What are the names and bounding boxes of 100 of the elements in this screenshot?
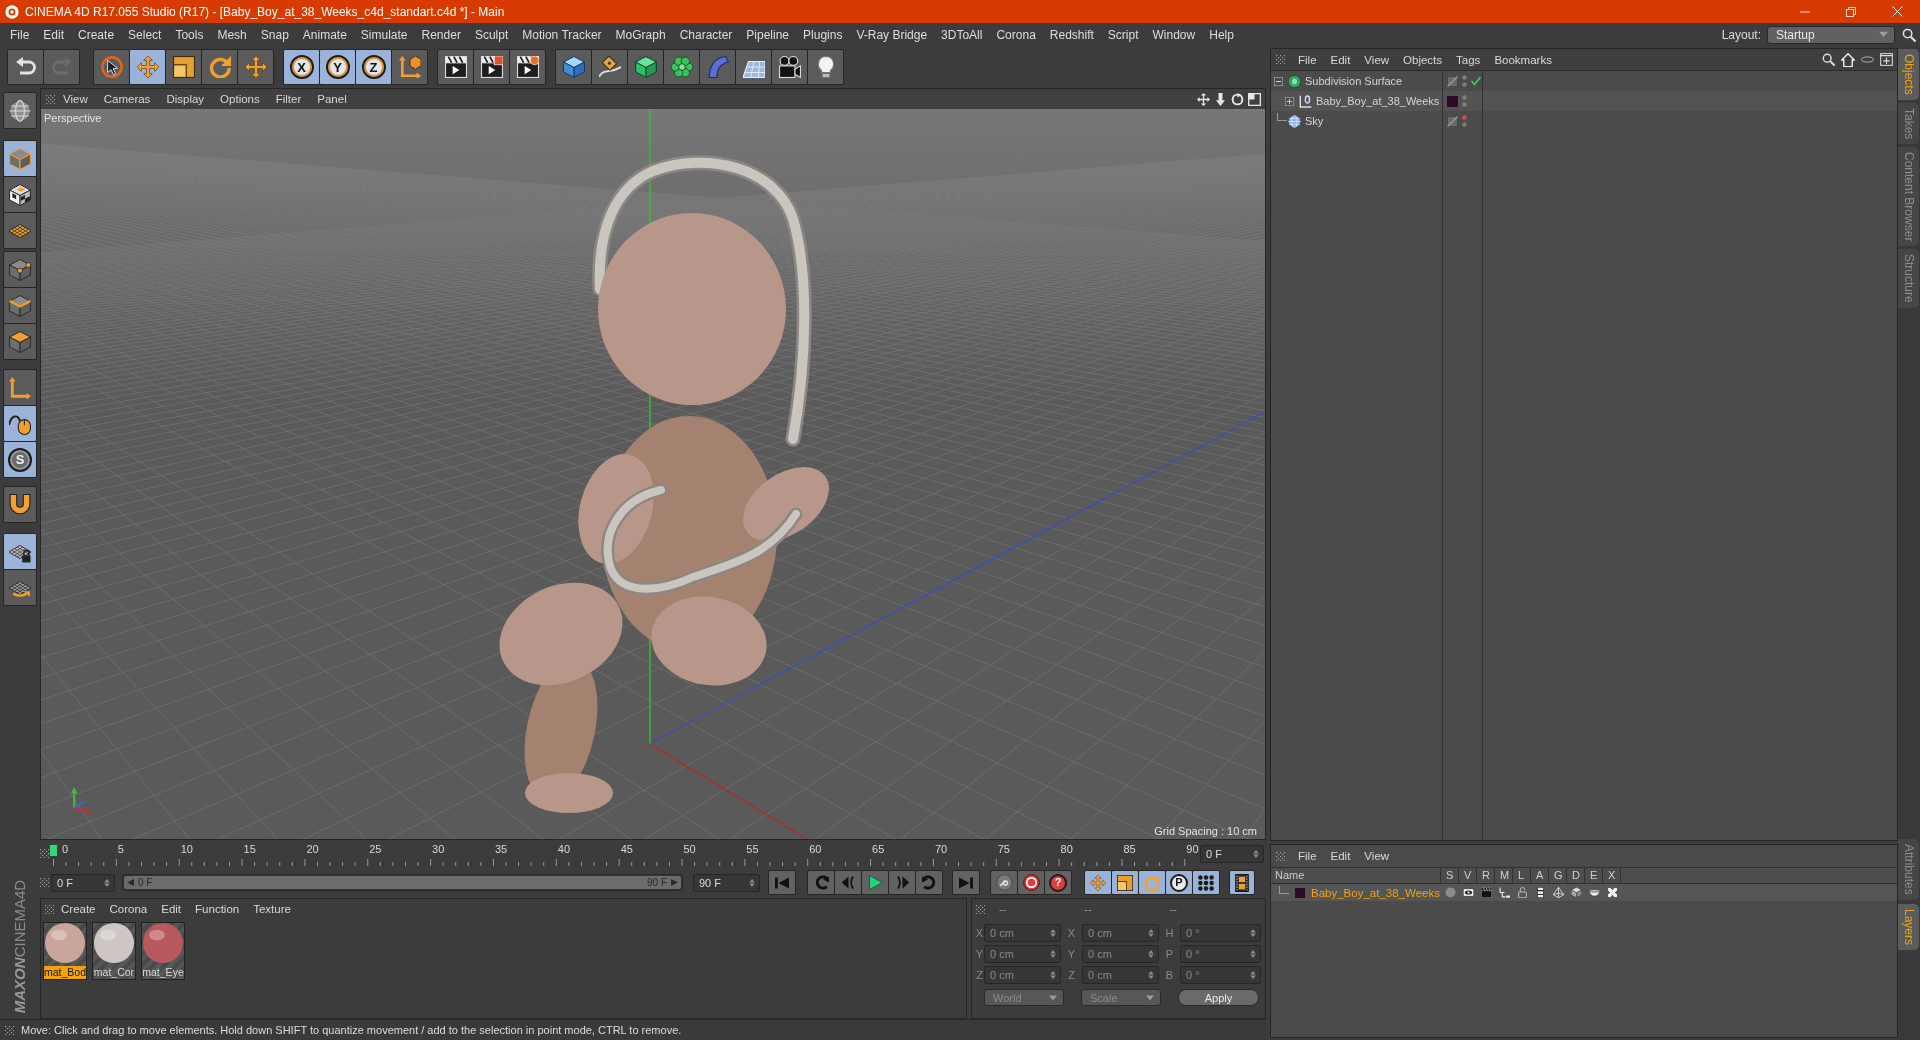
mode-button[interactable] bbox=[3, 176, 37, 213]
go-to-start-button[interactable] bbox=[768, 870, 796, 895]
stacked-dots-icon[interactable] bbox=[1462, 95, 1467, 107]
menu-item[interactable]: Simulate bbox=[353, 27, 415, 42]
snap-button[interactable]: S bbox=[3, 441, 37, 478]
menu-item[interactable]: Options bbox=[212, 93, 268, 105]
menu-item[interactable]: Edit bbox=[1323, 850, 1358, 862]
stacked-dots-icon[interactable] bbox=[1462, 115, 1467, 127]
menu-item[interactable]: Select bbox=[121, 27, 169, 42]
menu-item[interactable]: Display bbox=[158, 93, 213, 105]
menu-item[interactable]: Edit bbox=[36, 27, 72, 42]
workplane-button[interactable] bbox=[3, 569, 37, 606]
menu-item[interactable]: Pipeline bbox=[739, 27, 797, 42]
mode-button[interactable] bbox=[3, 140, 37, 177]
frame-field[interactable]: 0 F bbox=[1200, 844, 1264, 863]
mode-button[interactable] bbox=[3, 323, 37, 360]
timeline-button[interactable] bbox=[1229, 870, 1255, 895]
menu-item[interactable]: 3DToAll bbox=[934, 27, 990, 42]
menu-item[interactable]: View bbox=[55, 93, 96, 105]
previous-frame-button[interactable] bbox=[834, 870, 862, 895]
menu-item[interactable]: Create bbox=[54, 903, 103, 915]
render-button[interactable] bbox=[473, 49, 510, 85]
menu-item[interactable]: V-Ray Bridge bbox=[849, 27, 935, 42]
orbit-button[interactable] bbox=[1231, 92, 1244, 106]
previous-key-button[interactable] bbox=[807, 870, 835, 895]
object-button[interactable] bbox=[555, 49, 592, 85]
object-row[interactable]: Baby_Boy_at_38_Weeks bbox=[1271, 91, 1897, 111]
new-panel-button[interactable] bbox=[1880, 53, 1893, 66]
menu-item[interactable]: Create bbox=[71, 27, 122, 42]
menu-item[interactable]: Character bbox=[672, 27, 740, 42]
tool-button[interactable] bbox=[237, 49, 274, 85]
keyframe-selection-button[interactable]: ? bbox=[1044, 870, 1072, 895]
magnet-button[interactable] bbox=[3, 486, 37, 523]
menu-item[interactable]: Bookmarks bbox=[1487, 53, 1559, 66]
menu-item[interactable]: Sculpt bbox=[467, 27, 516, 42]
menu-item[interactable]: Texture bbox=[246, 903, 298, 915]
object-button[interactable] bbox=[627, 49, 664, 85]
menu-item[interactable]: Motion Tracker bbox=[515, 27, 609, 42]
menu-item[interactable]: Animate bbox=[295, 27, 354, 42]
playhead[interactable] bbox=[49, 843, 58, 857]
next-frame-button[interactable] bbox=[888, 870, 916, 895]
menu-item[interactable]: Corona bbox=[102, 903, 155, 915]
tool-button[interactable] bbox=[3, 369, 37, 406]
material-swatch[interactable]: mat_Cor bbox=[92, 922, 136, 980]
layout-dropdown[interactable]: Startup bbox=[1767, 25, 1895, 44]
menu-item[interactable]: Filter bbox=[267, 93, 310, 105]
material-swatch[interactable]: mat_Eye bbox=[141, 922, 185, 980]
menu-item[interactable]: File bbox=[1291, 850, 1324, 862]
tool-button[interactable] bbox=[129, 49, 166, 85]
search-button[interactable] bbox=[1902, 27, 1916, 42]
object-button[interactable] bbox=[771, 49, 808, 85]
play-button[interactable] bbox=[861, 870, 889, 895]
menu-item[interactable]: Tools bbox=[168, 27, 211, 42]
menu-item[interactable]: Help bbox=[1202, 27, 1241, 42]
render-button[interactable] bbox=[437, 49, 474, 85]
menu-item[interactable]: Render bbox=[414, 27, 468, 42]
object-button[interactable] bbox=[735, 49, 772, 85]
go-to-end-button[interactable] bbox=[952, 870, 980, 895]
menu-item[interactable]: View bbox=[1357, 850, 1397, 862]
menu-item[interactable]: Cameras bbox=[95, 93, 159, 105]
menu-item[interactable]: Corona bbox=[989, 27, 1043, 42]
workplane-button[interactable] bbox=[3, 533, 37, 570]
auto-key-button[interactable] bbox=[1017, 870, 1045, 895]
menu-item[interactable]: MoGraph bbox=[608, 27, 673, 42]
search-button[interactable] bbox=[1822, 53, 1835, 66]
axis-lock-button[interactable]: Y bbox=[319, 49, 356, 85]
menu-item[interactable]: Script bbox=[1100, 27, 1146, 42]
stacked-dots-icon[interactable] bbox=[1462, 75, 1467, 87]
oval-button[interactable] bbox=[1861, 53, 1874, 66]
menu-item[interactable]: File bbox=[3, 27, 37, 42]
menu-item[interactable]: Redshift bbox=[1042, 27, 1101, 42]
menu-item[interactable]: Edit bbox=[154, 903, 189, 915]
home-button[interactable] bbox=[1841, 52, 1855, 67]
axis-lock-button[interactable]: Z bbox=[355, 49, 392, 85]
tool-button[interactable] bbox=[3, 92, 37, 129]
tool-button[interactable] bbox=[93, 49, 130, 85]
menu-item[interactable]: File bbox=[1291, 53, 1324, 66]
object-button[interactable] bbox=[807, 49, 844, 85]
menu-item[interactable]: Edit bbox=[1323, 53, 1358, 66]
object-button[interactable] bbox=[663, 49, 700, 85]
menu-item[interactable]: View bbox=[1357, 53, 1397, 66]
track-button[interactable]: P bbox=[1165, 870, 1193, 895]
axis-lock-button[interactable]: X bbox=[283, 49, 320, 85]
mode-button[interactable] bbox=[3, 212, 37, 249]
render-button[interactable] bbox=[509, 49, 546, 85]
menu-item[interactable]: Objects bbox=[1396, 53, 1450, 66]
tool-button[interactable] bbox=[165, 49, 202, 85]
menu-item[interactable]: Panel bbox=[309, 93, 355, 105]
frame-field[interactable]: 0 F bbox=[51, 873, 115, 892]
tool-button[interactable] bbox=[201, 49, 238, 85]
tool-button[interactable] bbox=[3, 405, 37, 442]
object-button[interactable] bbox=[591, 49, 628, 85]
maximize-button[interactable] bbox=[1248, 92, 1261, 106]
mode-button[interactable] bbox=[3, 287, 37, 324]
menu-item[interactable]: Plugins bbox=[796, 27, 850, 42]
coordinate-system-button[interactable] bbox=[391, 49, 428, 85]
next-key-button[interactable] bbox=[915, 870, 943, 895]
frame-field[interactable]: 90 F bbox=[693, 873, 760, 892]
pan-button[interactable] bbox=[1197, 92, 1210, 106]
menu-item[interactable]: Window bbox=[1145, 27, 1203, 42]
